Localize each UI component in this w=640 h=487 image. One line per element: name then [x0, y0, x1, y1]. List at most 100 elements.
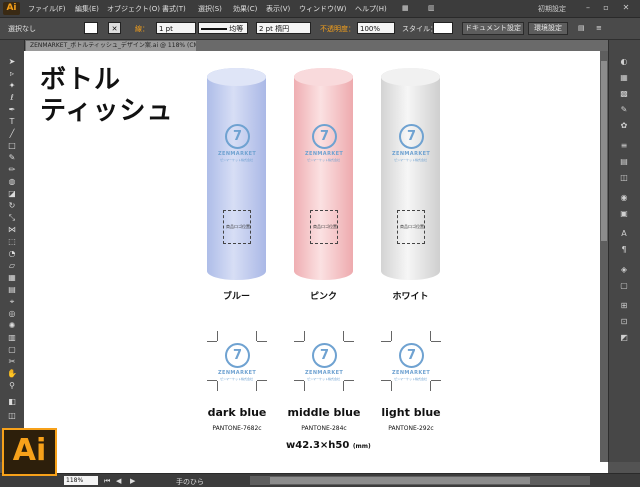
scale-tool-icon[interactable]: ⤡: [3, 212, 21, 223]
menu-view[interactable]: 表示(V): [266, 4, 290, 14]
align-icon[interactable]: ▤: [578, 24, 585, 32]
gradient-panel-icon[interactable]: ▤: [617, 156, 631, 167]
mesh-tool-icon[interactable]: ▦: [3, 272, 21, 283]
minimize-icon[interactable]: –: [583, 3, 593, 13]
cylinder-label-pink: ピンク: [309, 292, 337, 302]
line-tool-icon[interactable]: ╱: [3, 128, 21, 139]
align-panel-icon[interactable]: ⊞: [617, 300, 631, 311]
eyedropper-tool-icon[interactable]: ⌖: [3, 296, 21, 307]
slice-tool-icon[interactable]: ✂: [3, 356, 21, 367]
crop-mark: [343, 381, 344, 391]
fill-stroke-icon[interactable]: ◧: [3, 396, 21, 407]
opacity-field[interactable]: 100%: [357, 22, 395, 34]
blob-brush-icon[interactable]: ◍: [3, 176, 21, 187]
type-tool-icon[interactable]: T: [3, 116, 21, 127]
menu-object[interactable]: オブジェクト(O): [107, 4, 160, 14]
selection-tool-icon[interactable]: ➤: [3, 56, 21, 67]
vertical-scroll-thumb[interactable]: [601, 61, 607, 241]
lasso-tool-icon[interactable]: ℓ: [3, 92, 21, 103]
transform-panel-icon[interactable]: ⊡: [617, 316, 631, 327]
color-guide-icon[interactable]: ▦: [617, 72, 631, 83]
logo-mark-dark-blue[interactable]: 7 ZENMARKET ゼンマーケット株式会社: [207, 331, 267, 391]
menu-edit[interactable]: 編集(E): [75, 4, 99, 14]
transparency-panel-icon[interactable]: ◫: [617, 172, 631, 183]
preferences-button[interactable]: 環境設定: [528, 22, 568, 35]
panel-menu-icon[interactable]: ≡: [596, 24, 602, 32]
emblem-number: 7: [312, 343, 337, 368]
brush-select[interactable]: 2 pt 楕円: [256, 22, 311, 34]
bottle-cylinder-blue[interactable]: 7 ZENMARKET ゼンマーケット株式会社 商品ロゴ位置: [207, 68, 266, 280]
direct-selection-tool-icon[interactable]: ▹: [3, 68, 21, 79]
shape-builder-icon[interactable]: ◔: [3, 248, 21, 259]
horizontal-scroll-thumb[interactable]: [270, 477, 530, 484]
artboard-nav-first-icon[interactable]: ⏮: [104, 477, 110, 486]
document-tab[interactable]: ZENMARKET_ボトルティッシュ_デザイン案.ai @ 118% (CMYK…: [26, 41, 196, 51]
artboard-tool-icon[interactable]: ▢: [3, 344, 21, 355]
logo-mark-light-blue[interactable]: 7 ZENMARKET ゼンマーケット株式会社: [381, 331, 441, 391]
paintbrush-tool-icon[interactable]: ✎: [3, 152, 21, 163]
bottle-cylinder-white[interactable]: 7 ZENMARKET ゼンマーケット株式会社 商品ロゴ位置: [381, 68, 440, 280]
workspace-switcher[interactable]: 初期設定: [538, 4, 566, 14]
close-icon[interactable]: ✕: [621, 3, 631, 13]
opacity-label[interactable]: 不透明度：: [320, 24, 355, 34]
brushes-panel-icon[interactable]: ✎: [617, 104, 631, 115]
paragraph-panel-icon[interactable]: ¶: [617, 244, 631, 255]
menu-effect[interactable]: 効果(C): [233, 4, 257, 14]
menu-type[interactable]: 書式(T): [162, 4, 186, 14]
hand-tool-icon[interactable]: ✋: [3, 368, 21, 379]
menu-select[interactable]: 選択(S): [198, 4, 222, 14]
document-setup-button[interactable]: ドキュメント設定: [462, 22, 524, 35]
eraser-tool-icon[interactable]: ◪: [3, 188, 21, 199]
pencil-tool-icon[interactable]: ✏: [3, 164, 21, 175]
stroke-panel-icon[interactable]: ≡: [617, 140, 631, 151]
stroke-label[interactable]: 線：: [135, 24, 149, 34]
cylinder-top: [294, 68, 353, 86]
stroke-weight-field[interactable]: 1 pt: [156, 22, 196, 34]
layers-panel-icon[interactable]: ◈: [617, 264, 631, 275]
illustrator-app-icon[interactable]: Ai: [3, 2, 20, 15]
restore-icon[interactable]: ▫: [601, 3, 611, 13]
rectangle-tool-icon[interactable]: □: [3, 140, 21, 151]
rotate-tool-icon[interactable]: ↻: [3, 200, 21, 211]
character-panel-icon[interactable]: A: [617, 228, 631, 239]
zoom-tool-icon[interactable]: ⚲: [3, 380, 21, 391]
bottle-cylinder-pink[interactable]: 7 ZENMARKET ゼンマーケット株式会社 商品ロゴ位置: [294, 68, 353, 280]
menu-help[interactable]: ヘルプ(H): [355, 4, 387, 14]
logo-mark-middle-blue[interactable]: 7 ZENMARKET ゼンマーケット株式会社: [294, 331, 354, 391]
perspective-grid-icon[interactable]: ▱: [3, 260, 21, 271]
pathfinder-panel-icon[interactable]: ◩: [617, 332, 631, 343]
menu-file[interactable]: ファイル(F): [28, 4, 66, 14]
magic-wand-icon[interactable]: ✦: [3, 80, 21, 91]
artboards-panel-icon[interactable]: ▢: [617, 280, 631, 291]
symbols-panel-icon[interactable]: ✿: [617, 120, 631, 131]
artboard[interactable]: ボトル ティッシュ 7 ZENMARKET ゼンマーケット株式会社 商品ロゴ位置…: [24, 51, 608, 473]
menu-window[interactable]: ウィンドウ(W): [299, 4, 346, 14]
arrange-documents-icon[interactable]: ▥: [428, 4, 435, 12]
zenmarket-emblem: 7 ZENMARKET ゼンマーケット株式会社: [305, 120, 343, 175]
pantone-dark-blue: PANTONE-7682c: [212, 425, 262, 432]
symbol-sprayer-icon[interactable]: ✺: [3, 320, 21, 331]
horizontal-scrollbar[interactable]: [250, 476, 590, 485]
stroke-profile-select[interactable]: 均等: [198, 22, 248, 34]
stroke-swatch[interactable]: ✕: [108, 22, 121, 34]
free-transform-icon[interactable]: ⬚: [3, 236, 21, 247]
appearance-panel-icon[interactable]: ◉: [617, 192, 631, 203]
zoom-field[interactable]: 118%: [64, 476, 98, 485]
fill-swatch[interactable]: [84, 22, 98, 34]
artboard-nav-prev-icon[interactable]: ◀: [116, 477, 121, 485]
panel-dock: ◐ ▦ ▩ ✎ ✿ ≡ ▤ ◫ ◉ ▣ A ¶ ◈ ▢ ⊞ ⊡ ◩: [608, 40, 640, 462]
bridge-icon[interactable]: ▦: [402, 4, 409, 12]
zenmarket-emblem: 7 ZENMARKET ゼンマーケット株式会社: [218, 120, 256, 175]
graphic-style-select[interactable]: [433, 22, 453, 34]
pen-tool-icon[interactable]: ✒: [3, 104, 21, 115]
drawing-mode-icon[interactable]: ◫: [3, 410, 21, 421]
vertical-scrollbar[interactable]: [600, 51, 608, 462]
gradient-tool-icon[interactable]: ▤: [3, 284, 21, 295]
swatches-panel-icon[interactable]: ▩: [617, 88, 631, 99]
artboard-nav-next-icon[interactable]: ▶: [130, 477, 135, 485]
blend-tool-icon[interactable]: ◎: [3, 308, 21, 319]
color-panel-icon[interactable]: ◐: [617, 56, 631, 67]
graph-tool-icon[interactable]: ▥: [3, 332, 21, 343]
graphic-styles-icon[interactable]: ▣: [617, 208, 631, 219]
width-tool-icon[interactable]: ⋈: [3, 224, 21, 235]
